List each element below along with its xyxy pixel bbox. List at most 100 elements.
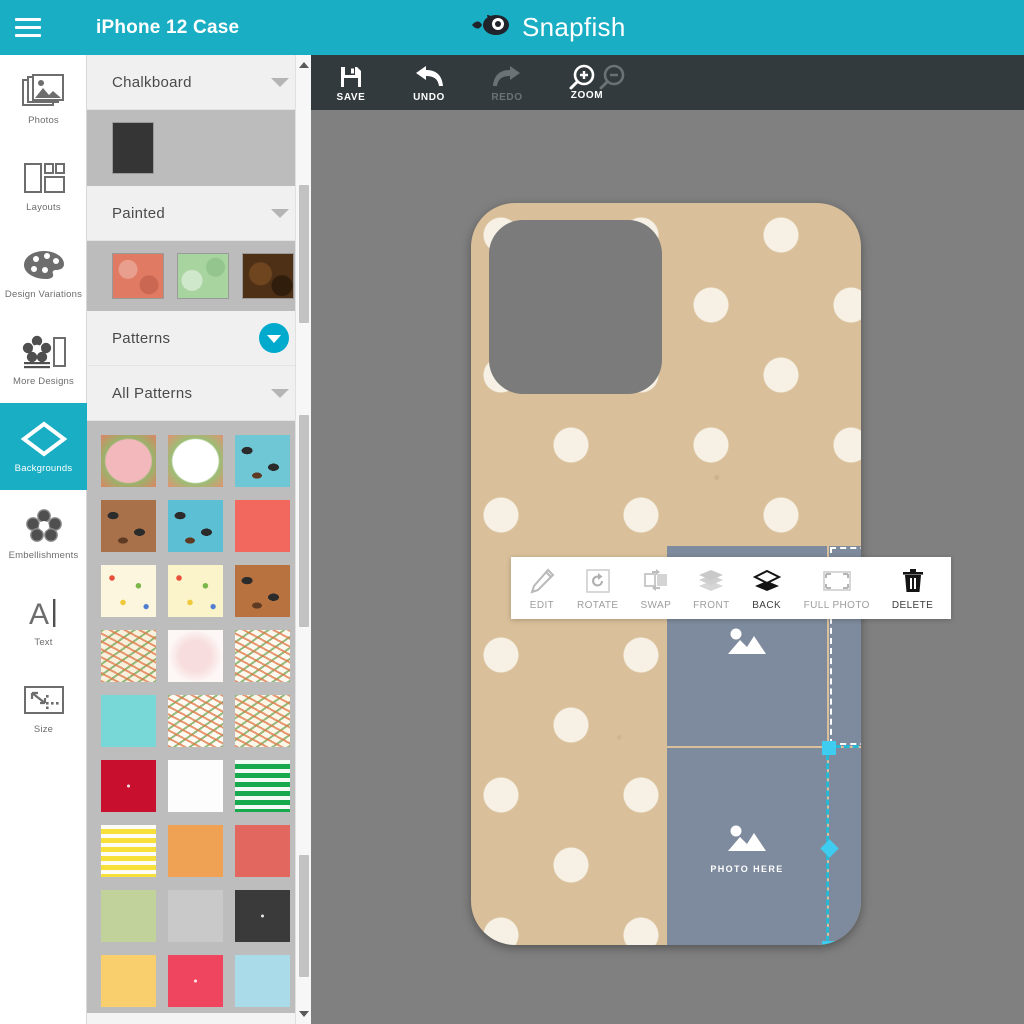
zoom-button[interactable]: ZOOM bbox=[557, 64, 643, 101]
caret-down-icon[interactable] bbox=[271, 77, 289, 87]
layouts-icon bbox=[22, 157, 66, 199]
pattern-sage-solid[interactable] bbox=[101, 890, 156, 942]
caret-down-circle-icon[interactable] bbox=[259, 323, 289, 353]
pattern-orange-solid[interactable] bbox=[168, 825, 223, 877]
sidebar-item-label: Design Variations bbox=[4, 289, 83, 301]
context-delete-button[interactable]: DELETE bbox=[892, 567, 933, 611]
sidebar-item-label: Embellishments bbox=[8, 550, 79, 562]
pattern-salmon-solid[interactable] bbox=[235, 825, 290, 877]
scrollbar-thumb-upper[interactable] bbox=[299, 185, 309, 323]
context-button-label: DELETE bbox=[891, 600, 934, 611]
sidebar-item-embellishments[interactable]: Embellishments bbox=[0, 490, 87, 577]
left-sidebar-rail: Photos Layouts Design Variations More De… bbox=[0, 55, 87, 1024]
pattern-blush-white[interactable] bbox=[168, 630, 223, 682]
caret-down-icon[interactable] bbox=[271, 208, 289, 218]
pattern-sky-solid[interactable] bbox=[235, 955, 290, 1007]
pattern-red-dots[interactable] bbox=[101, 760, 156, 812]
pattern-glasses-teal[interactable] bbox=[235, 435, 290, 487]
sidebar-item-size[interactable]: Size bbox=[0, 664, 87, 751]
undo-button[interactable]: UNDO bbox=[401, 63, 457, 103]
hamburger-bar bbox=[15, 18, 41, 21]
sidebar-item-photos[interactable]: Photos bbox=[0, 55, 87, 142]
swatch-painted-brown[interactable] bbox=[242, 253, 294, 299]
pattern-white-plain[interactable] bbox=[168, 760, 223, 812]
resize-handle-top-left[interactable] bbox=[822, 741, 836, 755]
sidebar-item-layouts[interactable]: Layouts bbox=[0, 142, 87, 229]
toolbar-button-label: SAVE bbox=[336, 91, 366, 103]
section-header-all-patterns[interactable]: All Patterns bbox=[87, 366, 311, 421]
pattern-coral-floral[interactable] bbox=[235, 500, 290, 552]
flower-icon bbox=[23, 505, 65, 547]
svg-text:A: A bbox=[29, 598, 49, 631]
hamburger-menu-icon[interactable] bbox=[0, 0, 56, 55]
pattern-green-stripes[interactable] bbox=[235, 760, 290, 812]
project-title: iPhone 12 Case bbox=[96, 16, 240, 38]
design-canvas[interactable]: PHOTO HERE PHOTO HERE bbox=[311, 110, 1024, 1024]
caret-glyph bbox=[267, 335, 281, 343]
sidebar-item-design-variations[interactable]: Design Variations bbox=[0, 229, 87, 316]
context-full-photo-button[interactable]: FULL PHOTO bbox=[804, 567, 870, 611]
scroll-up-arrow-icon[interactable] bbox=[296, 57, 311, 73]
magnifier-plus-minus-icon bbox=[569, 64, 631, 90]
pattern-yellow-stripes[interactable] bbox=[101, 825, 156, 877]
sidebar-item-label: Backgrounds bbox=[14, 463, 73, 475]
redo-button: REDO bbox=[479, 63, 535, 103]
pattern-glasses-blue[interactable] bbox=[168, 500, 223, 552]
scroll-down-arrow-icon[interactable] bbox=[296, 1006, 311, 1022]
caret-down-icon[interactable] bbox=[271, 388, 289, 398]
context-button-label: ROTATE bbox=[577, 600, 619, 611]
full-photo-icon bbox=[822, 567, 852, 595]
swap-icon bbox=[643, 567, 669, 595]
pattern-veggie-cream[interactable] bbox=[101, 630, 156, 682]
bring-front-icon bbox=[696, 567, 726, 595]
brand-logo: Snapfish bbox=[470, 0, 626, 55]
floppy-disk-icon bbox=[339, 63, 363, 89]
pattern-charcoal-dots[interactable] bbox=[235, 890, 290, 942]
painted-swatch-strip bbox=[87, 241, 311, 311]
context-front-button[interactable]: FRONT bbox=[693, 567, 729, 611]
sidebar-item-label: Layouts bbox=[26, 202, 61, 214]
sidebar-item-label: More Designs bbox=[12, 376, 74, 388]
pattern-glasses-brown[interactable] bbox=[101, 500, 156, 552]
snapfish-fish-logo-icon bbox=[470, 11, 512, 44]
photo-placeholder-icon bbox=[725, 625, 769, 660]
swatch-painted-mint[interactable] bbox=[177, 253, 229, 299]
swatch-painted-coral[interactable] bbox=[112, 253, 164, 299]
pattern-fruit-yellow[interactable] bbox=[168, 565, 223, 617]
context-back-button[interactable]: BACK bbox=[752, 567, 782, 611]
pattern-veggie-light[interactable] bbox=[168, 695, 223, 747]
text-a-icon: A bbox=[23, 592, 65, 634]
sidebar-item-more-designs[interactable]: More Designs bbox=[0, 316, 87, 403]
sidebar-item-backgrounds[interactable]: Backgrounds bbox=[0, 403, 87, 490]
pattern-white-leaf-frame[interactable] bbox=[168, 435, 223, 487]
pattern-fruit-white[interactable] bbox=[101, 565, 156, 617]
panel-scrollbar[interactable] bbox=[295, 55, 311, 1024]
resize-handle-bottom-left[interactable] bbox=[822, 941, 836, 945]
scrollbar-thumb-bottom[interactable] bbox=[299, 855, 309, 977]
save-button[interactable]: SAVE bbox=[323, 63, 379, 103]
pattern-aqua-solid[interactable] bbox=[101, 695, 156, 747]
redo-arrow-icon bbox=[492, 63, 522, 89]
pattern-grid-container: ✓ bbox=[87, 421, 311, 1013]
pattern-veggie-white[interactable] bbox=[235, 630, 290, 682]
section-title: Painted bbox=[112, 204, 165, 222]
swatch-chalkboard-dark[interactable] bbox=[112, 122, 154, 174]
photo-slot-bottom-left[interactable]: PHOTO HERE bbox=[667, 748, 827, 945]
context-rotate-button[interactable]: ROTATE bbox=[577, 567, 618, 611]
pattern-gold-solid[interactable] bbox=[101, 955, 156, 1007]
pattern-grey-solid[interactable] bbox=[168, 890, 223, 942]
context-edit-button[interactable]: EDIT bbox=[529, 567, 555, 611]
section-header-chalkboard[interactable]: Chalkboard bbox=[87, 55, 311, 110]
section-header-patterns[interactable]: Patterns bbox=[87, 311, 311, 366]
triangle-up-glyph bbox=[299, 62, 309, 68]
backgrounds-panel: Chalkboard Painted Patterns All Patterns… bbox=[87, 55, 311, 1024]
pattern-glasses-rust[interactable] bbox=[235, 565, 290, 617]
scrollbar-thumb-lower[interactable] bbox=[299, 415, 309, 627]
context-swap-button[interactable]: SWAP bbox=[640, 567, 671, 611]
pattern-pink-leaf-frame[interactable] bbox=[101, 435, 156, 487]
sidebar-item-text[interactable]: A Text bbox=[0, 577, 87, 664]
pattern-veggie-dense[interactable] bbox=[235, 695, 290, 747]
section-header-painted[interactable]: Painted bbox=[87, 186, 311, 241]
pattern-pink-dots[interactable] bbox=[168, 955, 223, 1007]
palette-icon bbox=[21, 244, 67, 286]
